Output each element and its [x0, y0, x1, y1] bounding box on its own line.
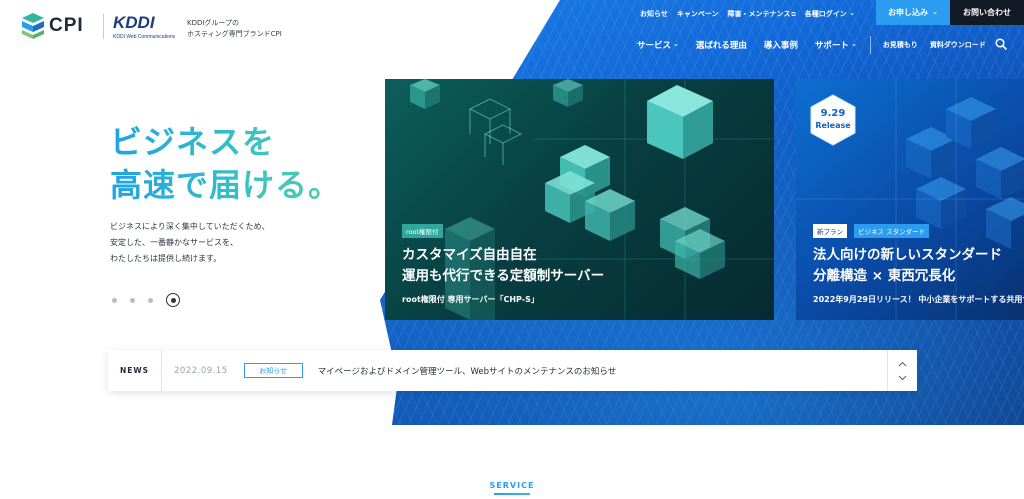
- slide-title-line-1: 法人向けの新しいスタンダード: [813, 247, 1002, 263]
- nav-item-service[interactable]: サービス ⌄: [637, 39, 679, 51]
- slide-pagination: [112, 293, 180, 307]
- nav-item-service-label: サービス: [637, 41, 672, 51]
- slide-title: 法人向けの新しいスタンダード 分離構造 × 東西冗長化: [813, 245, 1002, 287]
- cpi-logo-text: CPI: [49, 15, 84, 36]
- slide-dot-3[interactable]: [148, 297, 153, 303]
- top-link-campaign[interactable]: キャンペーン: [677, 9, 719, 19]
- contact-button[interactable]: お問い合わせ: [950, 0, 1024, 25]
- chevron-up-icon[interactable]: [898, 361, 907, 367]
- hero-description: ビジネスにより深く集中していただくため、 安定した、一番静かなサービスを、 わた…: [110, 219, 270, 267]
- slide-title-line-1: カスタマイズ自由自在: [402, 247, 537, 263]
- release-label: Release: [815, 121, 851, 130]
- release-date: 9.29: [820, 108, 846, 119]
- slide-dot-1[interactable]: [112, 297, 117, 303]
- news-date: 2022.09.15: [174, 365, 228, 376]
- slide-tag: root権限付: [402, 224, 443, 238]
- top-link-login[interactable]: 各種ログイン ⌄: [805, 9, 855, 19]
- nav-separator: [869, 36, 871, 54]
- hero-desc-line-2: 安定した、一番静かなサービスを、: [110, 238, 238, 247]
- apply-button-label: お申し込み: [888, 8, 929, 17]
- hero-title-line-1: ビジネスを: [110, 123, 276, 161]
- tagline-line-2: ホスティング専門ブランドCPI: [187, 30, 282, 38]
- kddi-logo-text: KDDI: [113, 13, 155, 32]
- hero-desc-line-1: ビジネスにより深く集中していただくため、: [110, 222, 270, 231]
- nav-item-cases-label: 導入事例: [763, 41, 798, 51]
- slide-tag-new: 新プラン: [813, 224, 847, 238]
- nav-item-cases[interactable]: 導入事例: [764, 39, 798, 51]
- external-link-icon: ⧉: [791, 11, 796, 18]
- slide-dot-4-active[interactable]: [166, 293, 180, 307]
- slide-title: カスタマイズ自由自在 運用も代行できる定額制サーバー: [402, 245, 604, 287]
- slide-title-line-2: 運用も代行できる定額制サーバー: [402, 268, 605, 284]
- cpi-logo[interactable]: CPI: [22, 13, 92, 39]
- nav-item-download-label: 資料ダウンロード: [929, 41, 986, 49]
- news-bar: NEWS 2022.09.15 お知らせ マイページおよびドメイン管理ツール、W…: [108, 350, 917, 391]
- nav-item-support-label: サポート: [814, 41, 849, 51]
- hero-desc-line-3: わたしたちは提供し続けます。: [110, 254, 222, 263]
- hero-title: ビジネスを 高速で届ける。: [110, 121, 341, 207]
- news-label: NEWS: [108, 350, 162, 391]
- nav-item-estimate[interactable]: お見積もり: [883, 40, 918, 50]
- slide-business-standard[interactable]: 9.29 Release 新プラン ビジネス スタンダード 法人向けの新しいスタ…: [796, 79, 1024, 320]
- chevron-down-icon: ⌄: [849, 9, 856, 17]
- release-badge: 9.29 Release: [809, 94, 857, 146]
- cpi-logo-icon: [22, 13, 44, 39]
- chevron-down-icon[interactable]: [898, 375, 907, 381]
- logo-divider: [103, 14, 104, 39]
- contact-button-label: お問い合わせ: [963, 8, 1011, 17]
- news-headline-link[interactable]: マイページおよびドメイン管理ツール、Webサイトのメンテナンスのお知らせ: [318, 365, 617, 377]
- news-nav: [887, 350, 917, 391]
- top-link-news[interactable]: お知らせ: [640, 9, 668, 19]
- chevron-down-icon: ⌄: [850, 40, 857, 48]
- top-utility-nav: お知らせ キャンペーン 障害・メンテナンス⧉ 各種ログイン ⌄: [640, 9, 864, 19]
- nav-item-download[interactable]: 資料ダウンロード: [930, 40, 986, 50]
- search-icon[interactable]: [995, 38, 1007, 50]
- hero-title-line-2: 高速で届ける。: [110, 166, 342, 204]
- service-heading-underline: [494, 493, 530, 495]
- nav-item-support[interactable]: サポート ⌄: [815, 39, 857, 51]
- top-link-maintenance[interactable]: 障害・メンテナンス⧉: [728, 9, 796, 19]
- main-nav: サービス ⌄ 選ばれる理由 導入事例 サポート ⌄ お見積もり 資料ダウンロード: [637, 36, 998, 54]
- top-link-login-label: 各種ログイン: [804, 10, 847, 18]
- slide-chp-s[interactable]: root権限付 カスタマイズ自由自在 運用も代行できる定額制サーバー root権…: [385, 79, 774, 320]
- nav-item-reasons-label: 選ばれる理由: [695, 41, 747, 51]
- kddi-logo-sub: KDDI Web Communications: [113, 34, 176, 40]
- slide-title-line-2: 分離構造 × 東西冗長化: [813, 268, 956, 284]
- top-link-maintenance-label: 障害・メンテナンス: [727, 10, 791, 18]
- service-heading: SERVICE: [489, 481, 535, 490]
- slide-subtitle: root権限付 専用サーバー「CHP-S」: [402, 295, 539, 304]
- slide-dot-2[interactable]: [130, 297, 135, 303]
- kddi-logo[interactable]: KDDI KDDI Web Communications: [113, 14, 179, 42]
- chevron-down-icon: ⌄: [932, 7, 938, 16]
- slide-subtitle: 2022年9月29日リリース！ 中小企業をサポートする共用サ: [813, 295, 1024, 304]
- nav-item-estimate-label: お見積もり: [882, 41, 918, 49]
- brand-tagline: KDDIグループの ホスティング専門ブランドCPI: [187, 18, 282, 40]
- news-category-badge: お知らせ: [243, 363, 303, 378]
- apply-button[interactable]: お申し込み ⌄: [876, 0, 950, 25]
- chevron-down-icon: ⌄: [673, 40, 679, 48]
- tagline-line-1: KDDIグループの: [187, 19, 240, 27]
- nav-item-reasons[interactable]: 選ばれる理由: [696, 39, 747, 51]
- slide-tag-plan: ビジネス スタンダード: [854, 224, 930, 238]
